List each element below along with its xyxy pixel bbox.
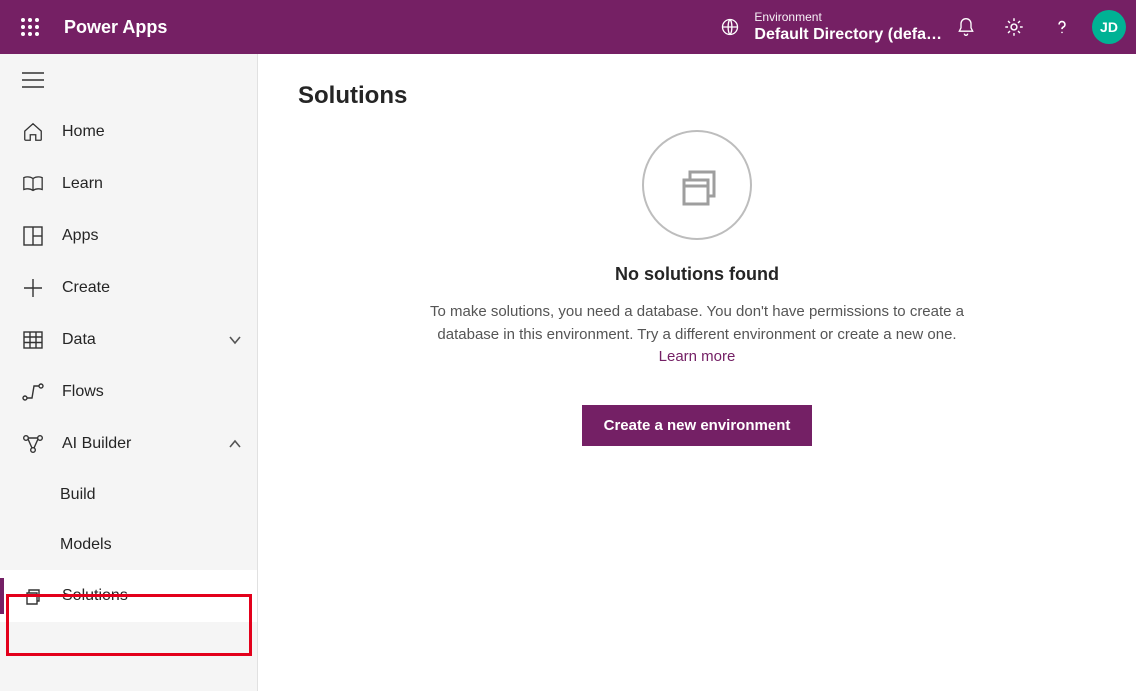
sidebar-item-label: Learn bbox=[62, 175, 245, 193]
sidebar-item-flows[interactable]: Flows bbox=[0, 366, 257, 418]
app-body: Home Learn Apps Create D bbox=[0, 54, 1136, 691]
package-icon bbox=[22, 585, 44, 607]
chevron-down-icon bbox=[225, 330, 245, 350]
flow-icon bbox=[22, 381, 44, 403]
empty-state-icon bbox=[642, 130, 752, 240]
sidebar-item-label: Create bbox=[62, 279, 245, 297]
environment-picker[interactable]: Environment Default Directory (defa… bbox=[720, 3, 942, 51]
brand-title: Power Apps bbox=[64, 17, 167, 38]
settings-gear-icon[interactable] bbox=[990, 3, 1038, 51]
sidebar-item-data[interactable]: Data bbox=[0, 314, 257, 366]
sidebar-item-learn[interactable]: Learn bbox=[0, 158, 257, 210]
apps-grid-icon bbox=[22, 225, 44, 247]
book-icon bbox=[22, 173, 44, 195]
main-content: Solutions No solutions found To make sol… bbox=[258, 54, 1136, 691]
waffle-launcher-icon[interactable] bbox=[6, 3, 54, 51]
plus-icon bbox=[22, 277, 44, 299]
empty-state-description: To make solutions, you need a database. … bbox=[417, 301, 977, 369]
table-icon bbox=[22, 329, 44, 351]
help-icon[interactable] bbox=[1038, 3, 1086, 51]
sidebar-item-apps[interactable]: Apps bbox=[0, 210, 257, 262]
empty-state-text: To make solutions, you need a database. … bbox=[430, 303, 964, 343]
page-title: Solutions bbox=[298, 82, 1096, 110]
notifications-icon[interactable] bbox=[942, 3, 990, 51]
ai-builder-icon bbox=[22, 433, 44, 455]
environment-label: Environment bbox=[754, 10, 942, 24]
environment-value: Default Directory (defa… bbox=[754, 25, 942, 44]
sidebar-item-models[interactable]: Models bbox=[0, 520, 257, 570]
create-environment-button[interactable]: Create a new environment bbox=[582, 405, 813, 446]
sidebar-item-ai-builder[interactable]: AI Builder bbox=[0, 418, 257, 470]
user-avatar[interactable]: JD bbox=[1092, 10, 1126, 44]
sidebar-item-label: Apps bbox=[62, 227, 245, 245]
app-header: Power Apps Environment Default Directory… bbox=[0, 0, 1136, 54]
empty-state: No solutions found To make solutions, yo… bbox=[417, 130, 977, 446]
sidebar-item-label: AI Builder bbox=[62, 435, 207, 453]
hamburger-icon bbox=[22, 72, 44, 93]
avatar-initials: JD bbox=[1100, 19, 1118, 35]
sidebar: Home Learn Apps Create D bbox=[0, 54, 258, 691]
sidebar-item-label: Models bbox=[60, 536, 112, 554]
sidebar-item-home[interactable]: Home bbox=[0, 106, 257, 158]
sidebar-item-label: Build bbox=[60, 486, 96, 504]
environment-text: Environment Default Directory (defa… bbox=[754, 10, 942, 44]
globe-icon bbox=[720, 3, 740, 51]
sidebar-item-solutions[interactable]: Solutions bbox=[0, 570, 257, 622]
sidebar-collapse-button[interactable] bbox=[0, 58, 257, 106]
sidebar-item-label: Flows bbox=[62, 383, 245, 401]
sidebar-item-create[interactable]: Create bbox=[0, 262, 257, 314]
home-icon bbox=[22, 121, 44, 143]
chevron-up-icon bbox=[225, 434, 245, 454]
empty-state-title: No solutions found bbox=[615, 264, 779, 285]
sidebar-item-label: Home bbox=[62, 123, 245, 141]
learn-more-link[interactable]: Learn more bbox=[659, 348, 736, 365]
sidebar-item-label: Data bbox=[62, 331, 207, 349]
sidebar-item-label: Solutions bbox=[62, 587, 245, 605]
sidebar-item-build[interactable]: Build bbox=[0, 470, 257, 520]
